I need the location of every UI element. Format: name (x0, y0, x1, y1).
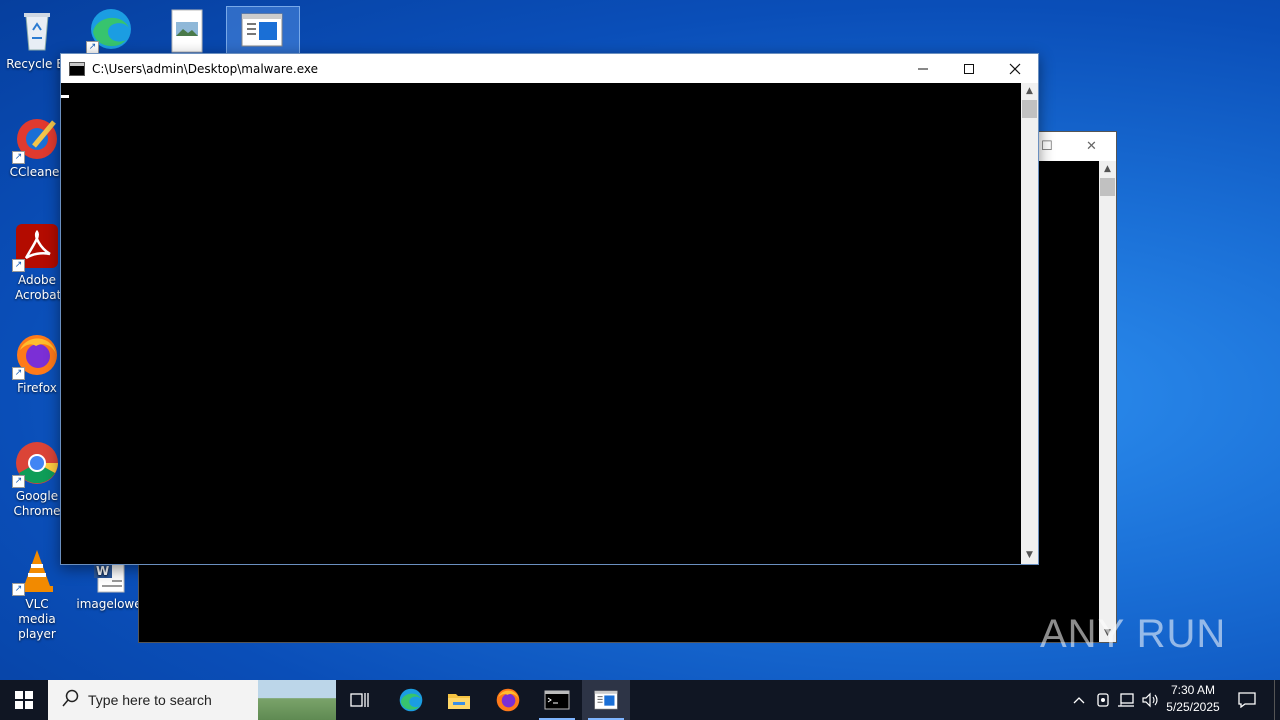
start-button[interactable] (0, 680, 48, 720)
taskbar: Type here to search 7:30 AM 5/25/2025 (0, 680, 1280, 720)
desktop-icon-label: Firefox (17, 381, 57, 395)
shortcut-arrow-icon: ↗ (12, 259, 25, 272)
vertical-scrollbar[interactable]: ▲ ▼ (1021, 83, 1038, 564)
taskbar-edge-button[interactable] (387, 680, 435, 720)
document-window-icon (239, 8, 285, 54)
scrollbar-thumb[interactable] (1100, 178, 1115, 196)
network-icon (1118, 693, 1134, 707)
desktop-icon-label: VLC media player (18, 597, 56, 641)
firefox-icon: ↗ (12, 332, 60, 380)
close-icon (1009, 63, 1021, 74)
scrollbar-thumb[interactable] (1022, 100, 1037, 118)
tray-volume-button[interactable] (1139, 680, 1161, 720)
shortcut-arrow-icon: ↗ (12, 367, 25, 380)
minimize-icon (918, 68, 928, 69)
search-highlight-image (258, 680, 336, 720)
edge-icon: ↗ (86, 6, 134, 54)
image-file-icon (164, 8, 210, 54)
firefox-icon (496, 688, 520, 712)
ccleaner-icon: ↗ (12, 116, 60, 164)
task-view-icon (350, 693, 369, 707)
action-center-button[interactable] (1234, 680, 1260, 720)
acrobat-icon: ↗ (12, 224, 60, 272)
taskbar-console-button[interactable] (533, 680, 581, 720)
watermark: ANY RUN (1040, 612, 1227, 656)
recycle-bin-icon (14, 8, 60, 54)
desktop-icon-document-window[interactable] (225, 8, 299, 57)
chrome-icon: ↗ (12, 440, 60, 488)
maximize-icon (964, 63, 974, 74)
folder-icon (448, 694, 470, 709)
document-window-icon (594, 690, 618, 710)
tray-network-button[interactable] (1115, 680, 1137, 720)
desktop-icon-label: Recycle Bi (6, 57, 68, 71)
clock-date: 5/25/2025 (1166, 700, 1220, 714)
task-view-button[interactable] (336, 680, 384, 720)
desktop: Recycle Bi ↗ ↗ CCleaner ↗ Adobe Acrobat (0, 0, 1280, 680)
console-icon (544, 690, 570, 710)
desktop-icon-label: imagelowe (76, 597, 142, 611)
device-icon (1097, 693, 1109, 707)
console-window[interactable]: C:\Users\admin\Desktop\malware.exe ▲ ▼ (60, 53, 1039, 565)
scroll-up-icon[interactable]: ▲ (1099, 161, 1116, 178)
shortcut-arrow-icon: ↗ (12, 475, 25, 488)
shortcut-arrow-icon: ↗ (12, 583, 25, 596)
desktop-icon-label: CCleaner (9, 165, 65, 179)
background-window-scrollbar[interactable]: ▲ ▼ (1099, 161, 1116, 642)
search-icon (62, 689, 84, 711)
text-cursor (61, 95, 69, 98)
desktop-icon-label: Google Chrome (13, 489, 61, 518)
taskbar-firefox-button[interactable] (484, 680, 532, 720)
close-icon[interactable]: ✕ (1086, 139, 1097, 154)
taskbar-clock[interactable]: 7:30 AM 5/25/2025 (1160, 682, 1226, 716)
taskbar-search-box[interactable]: Type here to search (48, 680, 336, 720)
taskbar-file-explorer-button[interactable] (435, 680, 483, 720)
tray-device-button[interactable] (1092, 680, 1114, 720)
search-placeholder: Type here to search (88, 692, 212, 708)
maximize-icon[interactable]: ☐ (1041, 139, 1053, 154)
svg-text:W: W (96, 564, 109, 578)
scroll-down-icon[interactable]: ▼ (1021, 547, 1038, 564)
vlc-icon: ↗ (12, 548, 60, 596)
close-button[interactable] (992, 54, 1038, 83)
window-titlebar[interactable]: C:\Users\admin\Desktop\malware.exe (61, 54, 1038, 83)
windows-logo-icon (15, 691, 33, 709)
minimize-button[interactable] (900, 54, 946, 83)
console-output-area[interactable] (61, 83, 1021, 564)
maximize-button[interactable] (946, 54, 992, 83)
desktop-icon-image-file[interactable] (150, 8, 224, 57)
console-app-icon (69, 61, 85, 76)
shortcut-arrow-icon: ↗ (12, 151, 25, 164)
window-title: C:\Users\admin\Desktop\malware.exe (92, 61, 318, 76)
taskbar-document-window-button[interactable] (582, 680, 630, 720)
chevron-up-icon (1073, 697, 1085, 704)
notification-icon (1238, 692, 1256, 708)
edge-icon (399, 688, 423, 712)
show-desktop-button[interactable] (1274, 680, 1280, 720)
show-hidden-icons-button[interactable] (1068, 680, 1090, 720)
clock-time: 7:30 AM (1170, 683, 1216, 697)
scroll-up-icon[interactable]: ▲ (1021, 83, 1038, 100)
speaker-icon (1142, 692, 1158, 708)
desktop-icon-edge[interactable]: ↗ (74, 6, 148, 55)
desktop-icon-label: Adobe Acrobat (15, 273, 62, 302)
